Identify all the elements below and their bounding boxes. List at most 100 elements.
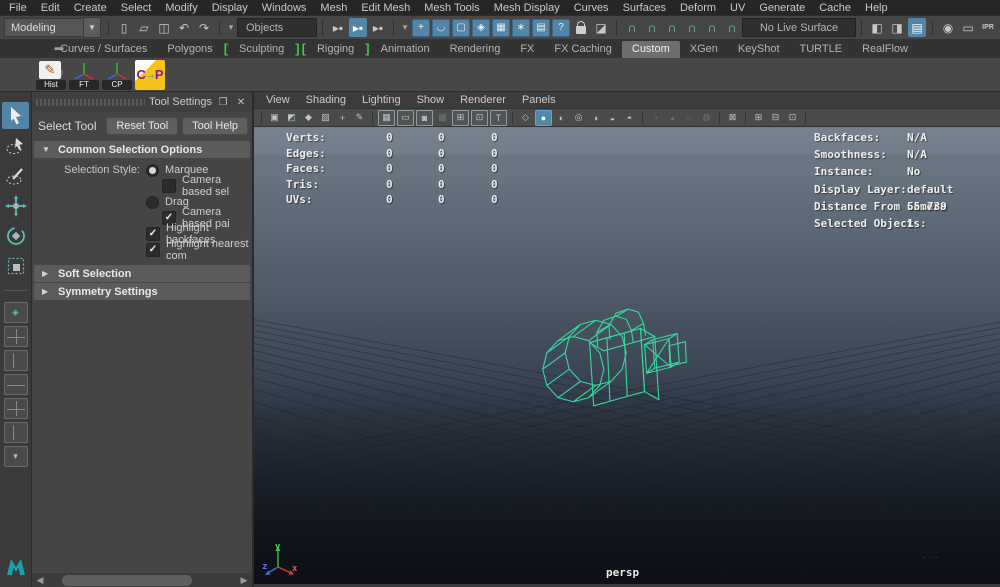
menu-cache[interactable]: Cache [812, 1, 858, 15]
shadows-icon[interactable]: ◑ [588, 111, 603, 125]
tab-rigging[interactable]: Rigging [307, 41, 364, 58]
tab-sculpting[interactable]: Sculpting [229, 41, 294, 58]
grease-pencil-icon[interactable]: ✎ [352, 111, 367, 125]
horizontal-scrollbar[interactable]: ◀ ▶ [32, 573, 252, 587]
select-hierarchy-icon[interactable]: ▸▪ [329, 18, 347, 37]
section-soft-selection[interactable]: ▶ Soft Selection [34, 265, 250, 282]
open-scene-icon[interactable]: ▱ [135, 18, 153, 37]
mask-points-icon[interactable]: ◡ [432, 19, 450, 37]
lock-selection-icon[interactable] [572, 18, 590, 37]
highlight-selection-icon[interactable]: ◪ [592, 18, 610, 37]
tab-turtle[interactable]: TURTLE [790, 41, 853, 58]
tab-realflow[interactable]: RealFlow [852, 41, 918, 58]
xray-icon[interactable]: ⊞ [751, 111, 766, 125]
select-object-icon[interactable]: ▸▪ [349, 18, 367, 37]
checkbox-highlight-backfaces[interactable]: ✓ [146, 227, 160, 241]
snap-curve-icon[interactable]: ∩ [643, 18, 661, 37]
isolate-select-icon[interactable]: ⊠ [725, 111, 740, 125]
make-live-icon[interactable]: ∩ [723, 18, 741, 37]
panel-menu-show[interactable]: Show [409, 93, 453, 107]
tab-keyshot[interactable]: KeyShot [728, 41, 790, 58]
scroll-right-icon[interactable]: ▶ [238, 575, 250, 586]
mask-handles-icon[interactable]: + [412, 19, 430, 37]
tab-fx[interactable]: FX [510, 41, 544, 58]
snap-view-plane-icon[interactable]: ∩ [703, 18, 721, 37]
bookmark-icon[interactable]: ◆ [301, 111, 316, 125]
reset-tool-button[interactable]: Reset Tool [106, 117, 178, 135]
textured-icon[interactable]: ◐ [554, 111, 569, 125]
rotate-tool[interactable] [2, 222, 29, 249]
menu-mesh[interactable]: Mesh [313, 1, 354, 15]
scrollbar-track[interactable] [48, 575, 236, 586]
radio-drag[interactable] [146, 196, 159, 209]
save-scene-icon[interactable]: ◫ [155, 18, 173, 37]
paint-select-tool[interactable] [2, 162, 29, 189]
shelf-item-cp[interactable]: CP [102, 60, 132, 90]
gamma-icon[interactable]: ◕ [665, 111, 680, 125]
layout-hypershade-persp[interactable] [4, 398, 28, 419]
menu-help[interactable]: Help [858, 1, 895, 15]
safe-action-icon[interactable]: ⊡ [471, 110, 488, 126]
menu-edit-mesh[interactable]: Edit Mesh [354, 1, 417, 15]
scrollbar-thumb[interactable] [62, 575, 192, 586]
undo-icon[interactable]: ↶ [175, 18, 193, 37]
radio-marquee[interactable] [146, 164, 159, 177]
menu-generate[interactable]: Generate [752, 1, 812, 15]
shaded-icon[interactable]: ● [535, 110, 552, 126]
float-panel-icon[interactable]: ❐ [216, 95, 230, 109]
menu-edit[interactable]: Edit [34, 1, 67, 15]
menu-surfaces[interactable]: Surfaces [616, 1, 673, 15]
select-component-icon[interactable]: ▸▪ [369, 18, 387, 37]
objects-dropdown-arrow[interactable]: ▾ [226, 18, 236, 37]
menu-mesh-display[interactable]: Mesh Display [487, 1, 567, 15]
safe-title-icon[interactable]: T [490, 110, 507, 126]
mask-dynamics-icon[interactable]: ∗ [512, 19, 530, 37]
menu-set-selector[interactable]: Modeling ▼ [4, 19, 101, 36]
motion-blur-icon[interactable]: ◓ [622, 111, 637, 125]
panel-menu-renderer[interactable]: Renderer [452, 93, 514, 107]
mask-misc-icon[interactable]: ? [552, 19, 570, 37]
plate-mode-icon[interactable]: ⊡ [785, 111, 800, 125]
ambient-occlusion-icon[interactable]: ◒ [605, 111, 620, 125]
panel-menu-lighting[interactable]: Lighting [354, 93, 409, 107]
close-icon[interactable]: ✕ [234, 95, 248, 109]
view-transform-icon[interactable]: ○ [682, 111, 697, 125]
drag-handle-icon[interactable] [36, 99, 145, 106]
use-all-lights-icon[interactable]: ◎ [571, 111, 586, 125]
render-frame-icon[interactable]: ▭ [959, 18, 977, 37]
panel-menu-view[interactable]: View [258, 93, 298, 107]
camera-attrs-icon[interactable]: ▣ [267, 111, 282, 125]
layout-persp-uv[interactable] [4, 422, 28, 443]
move-tool[interactable] [2, 192, 29, 219]
objects-field[interactable]: Objects [237, 18, 317, 37]
tab-animation[interactable]: Animation [371, 41, 440, 58]
scroll-left-icon[interactable]: ◀ [34, 575, 46, 586]
checkbox-camera-based-sel[interactable] [162, 179, 176, 193]
tab-custom[interactable]: Custom [622, 41, 680, 58]
lasso-tool[interactable] [2, 132, 29, 159]
mask-rendering-icon[interactable]: ▤ [532, 19, 550, 37]
layout-shortcuts-dropdown[interactable]: ▾ [4, 446, 28, 467]
lock-camera-icon[interactable]: ◩ [284, 111, 299, 125]
menu-create[interactable]: Create [67, 1, 114, 15]
no-live-surface-field[interactable]: No Live Surface [742, 18, 856, 37]
gate-mask-icon[interactable]: ▩ [435, 111, 450, 125]
mask-curves-icon[interactable]: ▢ [452, 19, 470, 37]
menu-mesh-tools[interactable]: Mesh Tools [417, 1, 486, 15]
shelf-item-convert-to-p-icon[interactable]: C→P [135, 60, 165, 90]
scale-tool[interactable] [2, 252, 29, 279]
shelf-item-hist[interactable]: ✎Hist [36, 60, 66, 90]
channel-box-icon[interactable]: ▤ [908, 18, 926, 37]
tab-fx-caching[interactable]: FX Caching [544, 41, 621, 58]
select-tool[interactable] [2, 102, 29, 129]
resolution-gate-icon[interactable]: ◙ [416, 110, 433, 126]
tool-help-button[interactable]: Tool Help [182, 117, 248, 135]
tool-settings-titlebar[interactable]: Tool Settings ❐ ✕ [32, 92, 252, 112]
wireframe-icon[interactable]: ◇ [518, 111, 533, 125]
menu-curves[interactable]: Curves [567, 1, 616, 15]
menu-file[interactable]: File [2, 1, 34, 15]
snap-projected-center-icon[interactable]: ∩ [683, 18, 701, 37]
layout-persp-graph[interactable] [4, 374, 28, 395]
section-common-selection-options[interactable]: ▼ Common Selection Options [34, 141, 250, 158]
menu-display[interactable]: Display [205, 1, 255, 15]
